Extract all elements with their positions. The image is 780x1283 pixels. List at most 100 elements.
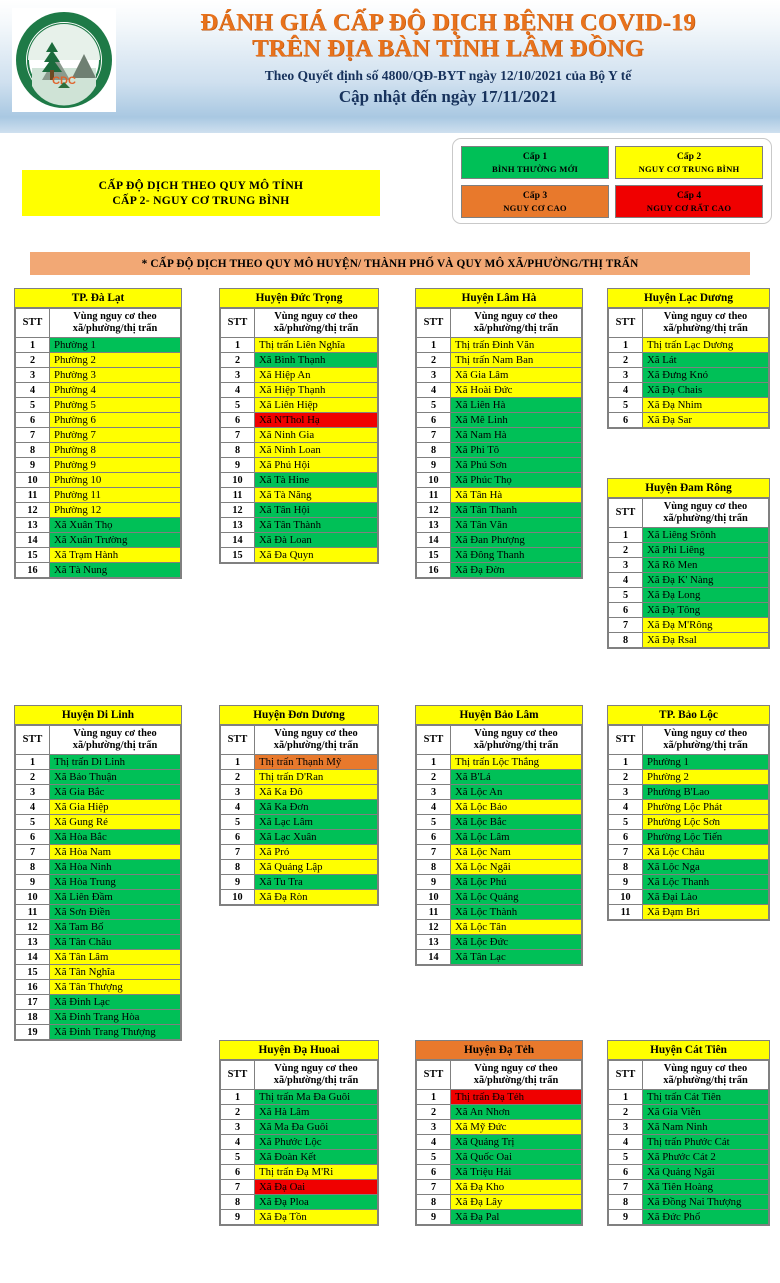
table-row: 1 Phường 1 [15, 337, 181, 353]
cell-stt: 5 [220, 814, 255, 830]
cell-stt: 1 [608, 754, 643, 770]
cell-ward-name: Xã Lộc Bắc [450, 814, 582, 830]
cell-stt: 9 [220, 457, 255, 473]
cell-stt: 8 [220, 442, 255, 458]
district-table-title-da-teh: Huyện Đạ Tẻh [416, 1041, 582, 1060]
table-row: 7 Xã Pró [220, 844, 378, 860]
cell-stt: 10 [15, 889, 50, 905]
column-header-stt: STT [416, 1060, 451, 1090]
cell-ward-name: Xã Hòa Ninh [49, 859, 181, 875]
cell-ward-name: Xã Đạ Tồn [254, 1209, 378, 1225]
table-row: 16 Xã Đạ Đờn [416, 562, 582, 578]
cell-stt: 9 [15, 457, 50, 473]
table-row: 13 Xã Xuân Thọ [15, 517, 181, 533]
cell-ward-name: Xã Đạ Pal [450, 1209, 582, 1225]
cell-stt: 7 [608, 1179, 643, 1195]
cell-ward-name: Xã Đại Lào [642, 889, 769, 905]
table-row: 16 Xã Tân Thượng [15, 979, 181, 995]
table-row: 3 Xã Mỹ Đức [416, 1119, 582, 1135]
column-header-zone: Vùng nguy cơ theo xã/phường/thị trấn [450, 308, 582, 338]
table-row: 4 Xã Hoài Đức [416, 382, 582, 398]
province-level-line1: CẤP ĐỘ DỊCH THEO QUY MÔ TỈNH [98, 179, 304, 192]
cell-ward-name: Xã Lộc An [450, 784, 582, 800]
column-header-zone: Vùng nguy cơ theo xã/phường/thị trấn [642, 1060, 769, 1090]
cell-stt: 5 [608, 1149, 643, 1165]
cell-stt: 3 [416, 1119, 451, 1135]
table-row: 1 Phường 1 [608, 754, 769, 770]
cell-ward-name: Xã Hòa Trung [49, 874, 181, 890]
cell-ward-name: Xã Liên Đầm [49, 889, 181, 905]
cell-stt: 9 [15, 874, 50, 890]
update-date: Cập nhật đến ngày 17/11/2021 [338, 87, 558, 106]
cell-ward-name: Thị trấn Nam Ban [450, 352, 582, 368]
cell-stt: 2 [416, 769, 451, 785]
table-row: 5 Phường Lộc Sơn [608, 814, 769, 830]
table-row: 7 Phường 7 [15, 427, 181, 443]
table-row: 2 Xã Bình Thạnh [220, 352, 378, 368]
cell-ward-name: Xã Hoài Đức [450, 382, 582, 398]
cell-ward-name: Xã Ka Đơn [254, 799, 378, 815]
cell-stt: 17 [15, 994, 50, 1010]
table-header-row: STT Vùng nguy cơ theo xã/phường/thị trấn [608, 725, 769, 755]
cell-stt: 11 [15, 487, 50, 503]
cell-ward-name: Xã Hòa Bắc [49, 829, 181, 845]
table-row: 15 Xã Đông Thanh [416, 547, 582, 563]
table-row: 12 Xã Tam Bố [15, 919, 181, 935]
cell-stt: 19 [15, 1024, 50, 1040]
table-row: 11 Xã Đạm Bri [608, 904, 769, 920]
cell-ward-name: Thị trấn Liên Nghĩa [254, 337, 378, 353]
cell-stt: 14 [15, 532, 50, 548]
decision-reference: Theo Quyết định số 4800/QĐ-BYT ngày 12/1… [264, 68, 632, 83]
cell-stt: 6 [220, 1164, 255, 1180]
cell-ward-name: Xã Xuân Thọ [49, 517, 181, 533]
cell-stt: 15 [15, 964, 50, 980]
cell-stt: 8 [220, 859, 255, 875]
table-row: 6 Xã Lạc Xuân [220, 829, 378, 845]
table-row: 10 Xã Phúc Thọ [416, 472, 582, 488]
table-row: 6 Xã Mê Linh [416, 412, 582, 428]
cell-ward-name: Xã Ma Đa Guôi [254, 1119, 378, 1135]
district-table-title-da-lat: TP. Đà Lạt [15, 289, 181, 308]
table-row: 9 Xã Lộc Thanh [608, 874, 769, 890]
cell-stt: 6 [416, 829, 451, 845]
cell-stt: 2 [608, 352, 643, 368]
cell-ward-name: Xã Đạ Sar [642, 412, 769, 428]
cell-stt: 9 [608, 874, 643, 890]
cell-ward-name: Xã Mê Linh [450, 412, 582, 428]
table-row: 8 Xã Ninh Loan [220, 442, 378, 458]
column-header-zone-line1: Vùng nguy cơ theo [663, 728, 748, 739]
cell-stt: 5 [608, 814, 643, 830]
table-row: 1 Thị trấn Liên Nghĩa [220, 337, 378, 353]
cell-ward-name: Xã B'Lá [450, 769, 582, 785]
table-row: 2 Thị trấn D'Ran [220, 769, 378, 785]
table-row: 14 Xã Đà Loan [220, 532, 378, 548]
column-header-zone-line2: xã/phường/thị trấn [273, 1075, 359, 1086]
cell-stt: 4 [608, 1134, 643, 1150]
column-header-stt: STT [608, 725, 643, 755]
cell-ward-name: Xã Tân Thanh [450, 502, 582, 518]
cell-stt: 11 [15, 904, 50, 920]
table-row: 5 Xã Đạ Nhim [608, 397, 769, 413]
district-table-title-duc-trong: Huyện Đức Trọng [220, 289, 378, 308]
cell-ward-name: Thị trấn Đinh Văn [450, 337, 582, 353]
legend-level-2-label: Cấp 2 [676, 150, 702, 162]
table-row: 2 Xã Hà Lâm [220, 1104, 378, 1120]
table-row: 9 Xã Đạ Tồn [220, 1209, 378, 1225]
cell-ward-name: Xã Phước Lộc [254, 1134, 378, 1150]
table-row: 17 Xã Đinh Lạc [15, 994, 181, 1010]
cell-stt: 10 [608, 889, 643, 905]
cell-ward-name: Xã Bình Thạnh [254, 352, 378, 368]
cell-stt: 1 [608, 1089, 643, 1105]
column-header-zone-line2: xã/phường/thị trấn [273, 740, 359, 751]
cell-stt: 5 [416, 397, 451, 413]
table-row: 3 Xã Gia Bắc [15, 784, 181, 800]
cell-stt: 6 [15, 829, 50, 845]
table-row: 10 Xã Lộc Quảng [416, 889, 582, 905]
column-header-zone: Vùng nguy cơ theo xã/phường/thị trấn [642, 308, 769, 338]
cell-stt: 14 [416, 949, 451, 965]
cell-stt: 1 [608, 337, 643, 353]
table-header-row: STT Vùng nguy cơ theo xã/phường/thị trấn [608, 1060, 769, 1090]
table-row: 9 Xã Hòa Trung [15, 874, 181, 890]
cell-stt: 5 [220, 397, 255, 413]
cell-stt: 16 [15, 979, 50, 995]
